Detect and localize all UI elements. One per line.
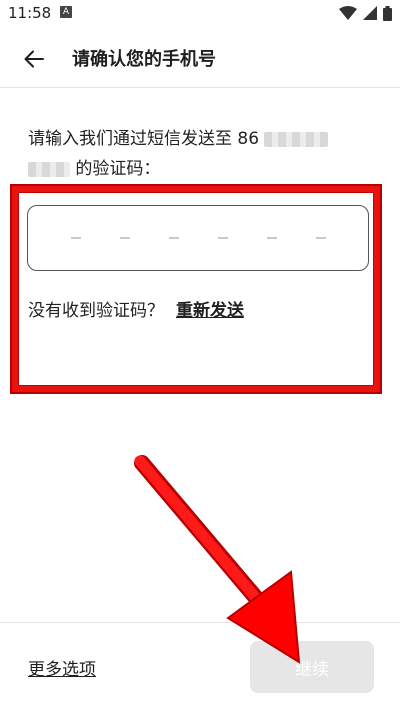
- code-slot: [267, 237, 277, 239]
- more-options-link[interactable]: 更多选项: [28, 655, 96, 680]
- back-button[interactable]: [14, 43, 54, 75]
- resend-row: 没有收到验证码？ 重新发送: [28, 296, 244, 321]
- code-slot: [218, 237, 228, 239]
- arrow-left-icon: [24, 50, 44, 68]
- sms-instruction: 请输入我们通过短信发送至 86 的验证码：: [28, 124, 358, 184]
- instruction-suffix: 的验证码：: [75, 159, 161, 179]
- status-bar: 11:58 A: [0, 0, 400, 30]
- annotation-arrow: [134, 455, 301, 664]
- continue-button[interactable]: 继续: [250, 641, 374, 693]
- resend-question: 没有收到验证码？: [28, 301, 164, 321]
- code-slot: [316, 237, 326, 239]
- footer-bar: 更多选项 继续: [0, 622, 400, 711]
- app-header: 请确认您的手机号: [0, 30, 400, 88]
- code-slot: [169, 237, 179, 239]
- instruction-prefix: 请输入我们通过短信发送至 86: [28, 129, 260, 149]
- verification-code-input[interactable]: [27, 205, 369, 271]
- code-slot: [120, 237, 130, 239]
- status-time: 11:58: [8, 4, 52, 22]
- code-slot: [71, 237, 81, 239]
- status-icons: [339, 5, 392, 21]
- signal-icon: [363, 6, 377, 20]
- redacted-phone-number-tail: [28, 161, 70, 177]
- page-title: 请确认您的手机号: [72, 49, 216, 70]
- notification-icon: A: [60, 6, 72, 18]
- resend-code-link[interactable]: 重新发送: [176, 301, 244, 321]
- redacted-phone-number: [264, 131, 329, 147]
- battery-icon: [383, 5, 392, 21]
- wifi-icon: [339, 6, 357, 20]
